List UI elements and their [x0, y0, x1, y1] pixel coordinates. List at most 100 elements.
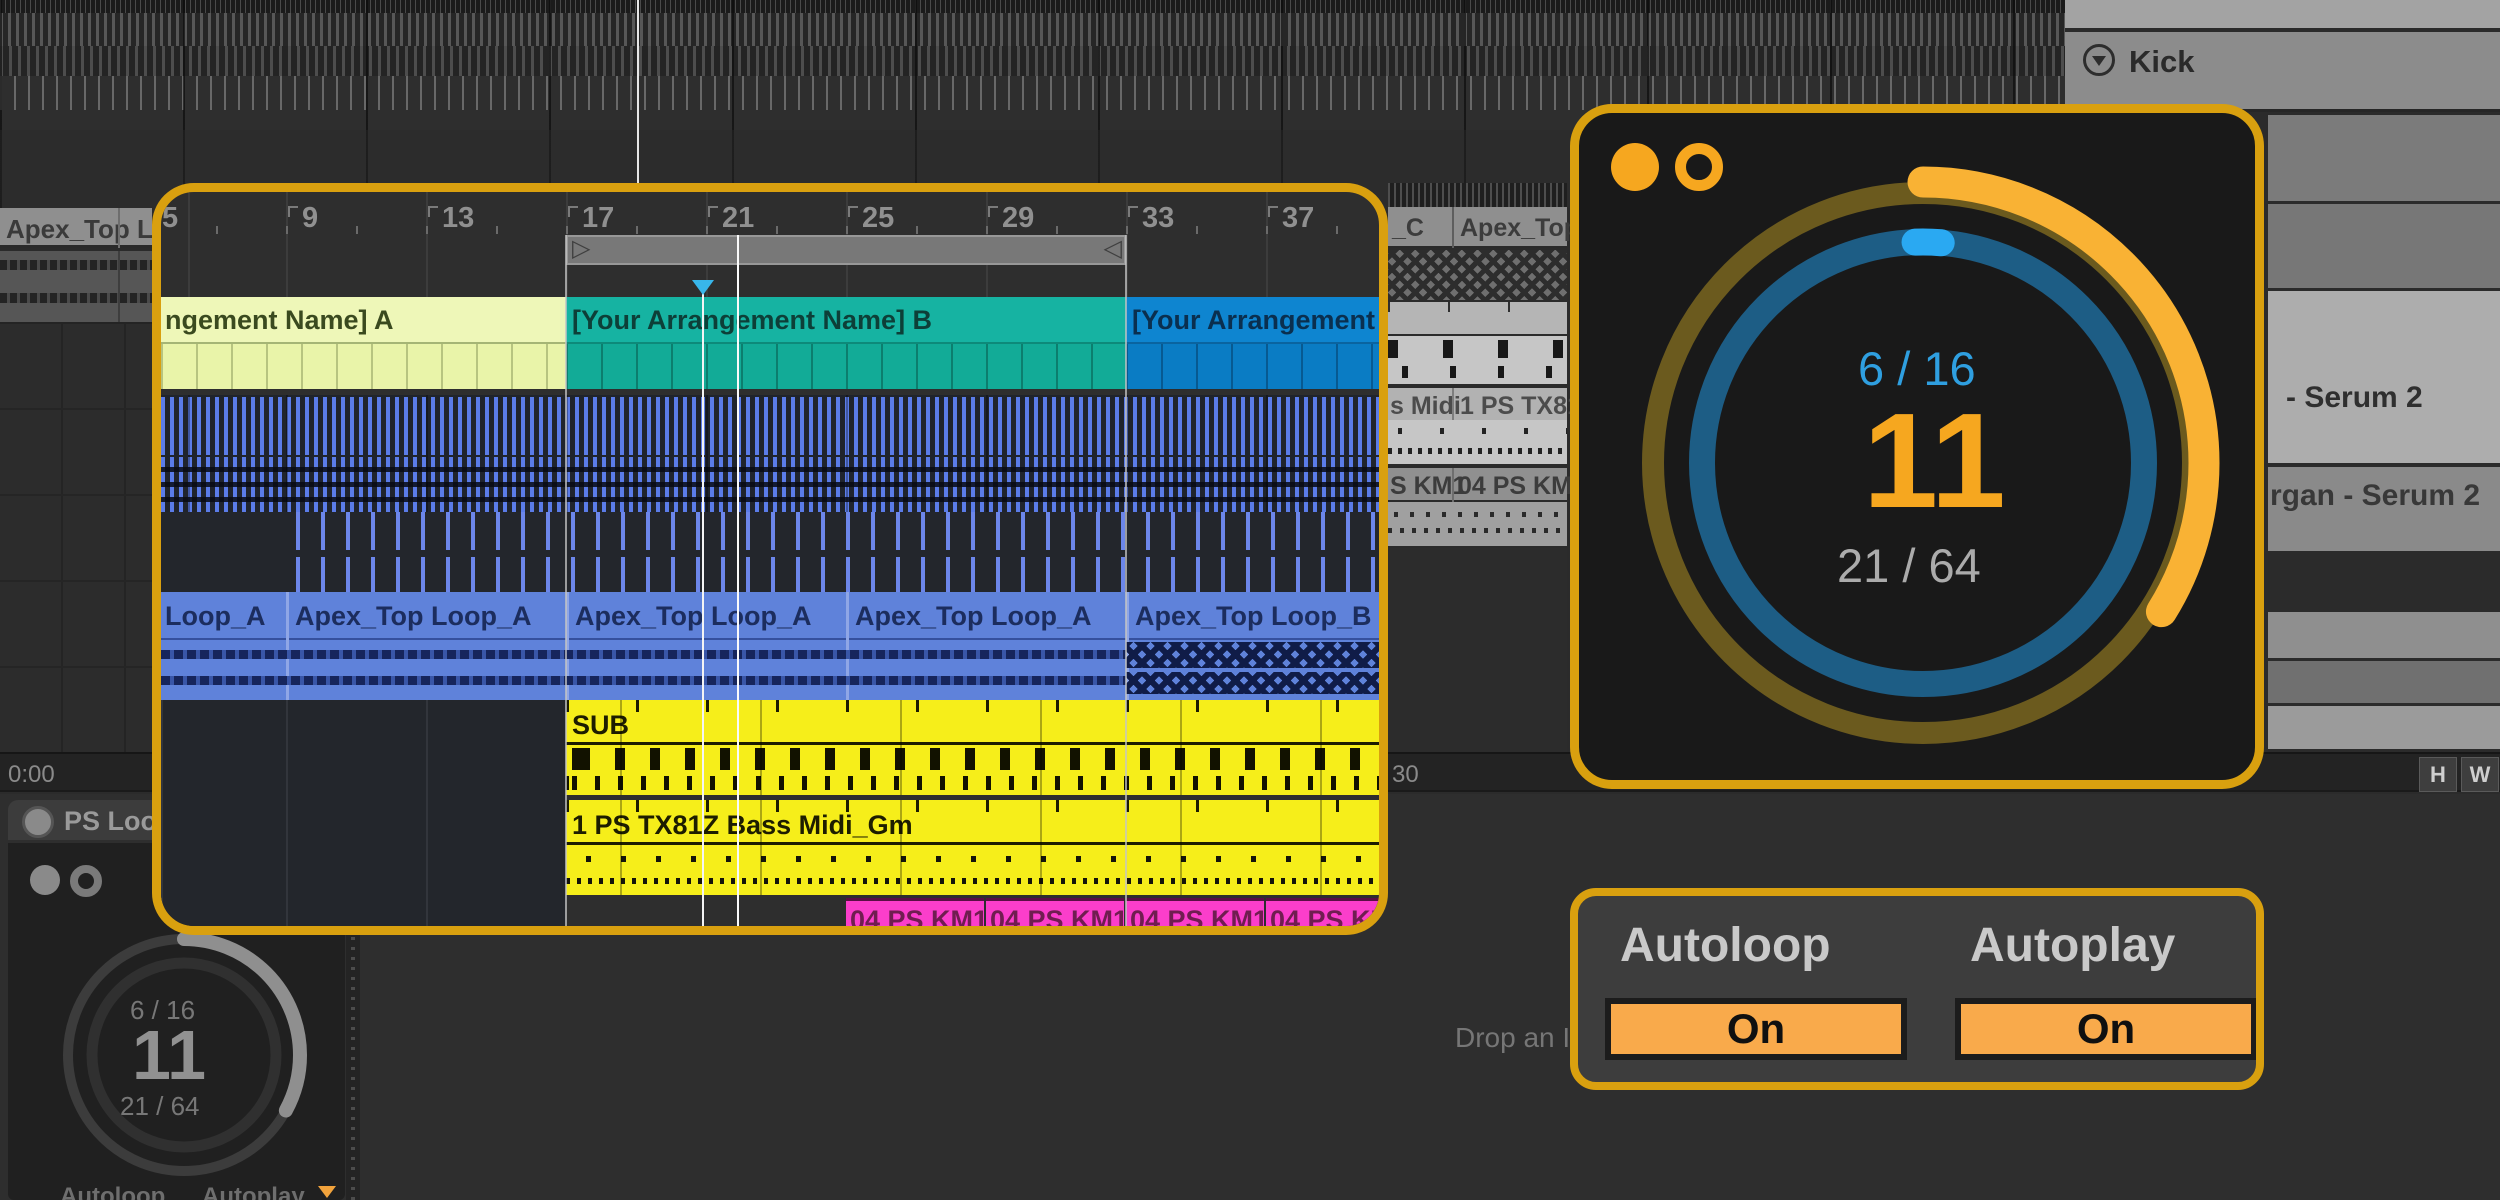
- pattern-lane: [1388, 183, 1567, 207]
- track-lane[interactable]: [2268, 612, 2500, 658]
- midi-notes: [1388, 340, 1567, 358]
- section-clip-a-label: ngement Name] A: [165, 305, 394, 336]
- loop-mode-outline-icon[interactable]: [70, 865, 102, 897]
- track-lane[interactable]: [2268, 661, 2500, 703]
- dial-bottom-value: 21 / 64: [120, 1091, 200, 1122]
- loop-dial-callout: 6 / 16 11 21 / 64: [1570, 104, 2264, 789]
- midi-notes: [1402, 366, 1567, 378]
- waveform: [0, 260, 152, 270]
- clip-title-bar: [Your Arrangement Name] B: [566, 297, 1126, 344]
- fold-track-icon[interactable]: [2083, 44, 2115, 76]
- audio-loop-row: Loop_A Apex_Top Loop_A Apex_Top Loop_A A…: [161, 592, 1379, 700]
- background-midi-blocks: [1388, 336, 1567, 384]
- track-lane[interactable]: [2268, 706, 2500, 749]
- beat-ruler[interactable]: 5 9 13 17 21 25 29 33 37: [161, 192, 1379, 236]
- drop-hint-text: Drop an I: [1455, 1022, 1570, 1054]
- background-clip-label: S KM1: [1390, 472, 1466, 501]
- background-clip-light: [1388, 302, 1567, 334]
- km-clip-label: 04 PS KM1: [1130, 905, 1268, 935]
- autoplay-label: Autoplay: [1970, 918, 2175, 973]
- track-lane[interactable]: [2268, 204, 2500, 288]
- waveform-diamond: [1126, 642, 1379, 668]
- auto-controls-callout: Autoloop Autoplay On On: [1570, 888, 2264, 1090]
- km-clip-label: 04 PS KM1: [990, 905, 1128, 935]
- clip-divider: [1452, 388, 1454, 422]
- background-clip-row[interactable]: s Midi 1 PS TX81: [1388, 386, 1567, 420]
- km-clip[interactable]: 04 PS KM1: [986, 898, 1124, 935]
- track-header-kick[interactable]: Kick: [2065, 32, 2500, 112]
- km-clip[interactable]: 04 PS KM1: [1126, 898, 1264, 935]
- clip-body: [161, 344, 566, 389]
- midi-dots: [1388, 528, 1567, 533]
- background-empty: [1388, 548, 1567, 752]
- midi-track-dense[interactable]: [161, 395, 1379, 512]
- device-activator-icon[interactable]: [22, 806, 54, 838]
- autoloop-on-button[interactable]: On: [1605, 998, 1907, 1060]
- midi-dots: [1394, 512, 1567, 517]
- section-clip-c[interactable]: [Your Arrangement: [1126, 297, 1379, 389]
- track-lane-organ[interactable]: rgan - Serum 2: [2268, 467, 2500, 551]
- km-clip-row: 04 PS KM1 04 PS KM1 04 PS KM1 04 PS KM1: [161, 898, 1379, 935]
- arrangement-section-row: ngement Name] A [Your Arrangement Name] …: [161, 297, 1379, 389]
- w-button-label: W: [2470, 762, 2491, 788]
- waveform-diamond: [1126, 672, 1379, 694]
- w-button[interactable]: W: [2461, 757, 2499, 792]
- loop-brace-start-icon: ▷: [572, 234, 590, 263]
- km-clip[interactable]: 04 PS KM1: [846, 898, 984, 935]
- h-button-label: H: [2430, 762, 2446, 788]
- background-playhead: [637, 0, 639, 183]
- loop-clip-label: Apex_Top Loop_B: [1135, 601, 1372, 632]
- bass-clip[interactable]: 1 PS TX81Z Bass Midi_Gm: [566, 800, 1379, 895]
- km-clip[interactable]: 04 PS KM1: [1266, 898, 1379, 935]
- plugin-footer-autoloop-label: Autoloop: [60, 1183, 165, 1200]
- ruler-mid-ticks: [216, 226, 1379, 234]
- background-waveform-lane: [0, 251, 152, 322]
- loop-clip-label: Loop_A: [165, 601, 266, 632]
- background-clip-row[interactable]: _C Apex_Top: [1388, 207, 1567, 248]
- midi-track-sparse[interactable]: [161, 512, 1379, 592]
- loop-brace[interactable]: ▷ ◁: [566, 235, 1126, 265]
- clip-body: [566, 344, 1126, 389]
- selection-boundary-line: [1125, 235, 1127, 935]
- track-name-organ: rgan - Serum 2: [2270, 479, 2480, 513]
- section-clip-b[interactable]: [Your Arrangement Name] B: [566, 297, 1126, 389]
- background-clip-row[interactable]: S KM1 04 PS KM1: [1388, 466, 1567, 500]
- time-label: 0:00: [8, 761, 55, 789]
- background-clip-label: s Midi: [1390, 392, 1461, 421]
- bar-number-label: 30: [1392, 761, 1419, 789]
- clip-title-bar: [Your Arrangement: [1126, 297, 1379, 344]
- plugin-footer-autoplay-label: Autoplay: [202, 1183, 305, 1200]
- loop-clip-label: Apex_Top Loop_A: [295, 601, 532, 632]
- sub-clip[interactable]: SUB: [566, 700, 1379, 795]
- clip-divider: [1452, 468, 1454, 502]
- dial-main-value: 11: [132, 1015, 206, 1095]
- loop-mode-filled-icon[interactable]: [30, 865, 60, 895]
- midi-dots: [1388, 448, 1567, 454]
- bar-lines: [161, 395, 1379, 512]
- clip-divider: [1452, 207, 1454, 248]
- h-button[interactable]: H: [2419, 757, 2457, 792]
- ruler-number: 5: [162, 202, 178, 235]
- section-clip-a[interactable]: ngement Name] A: [161, 297, 566, 389]
- autoplay-on-button[interactable]: On: [1955, 998, 2257, 1060]
- fold-triangle: [2092, 56, 2106, 66]
- ableton-screenshot: Apex_Top Lo _C Apex_Top s Midi 1 PS TX81: [0, 0, 2500, 1200]
- background-clip[interactable]: Apex_Top Lo: [0, 208, 152, 248]
- background-waveform-diamonds: [1388, 250, 1567, 300]
- track-lane[interactable]: [2268, 115, 2500, 201]
- track-strip: [2065, 0, 2500, 30]
- track-name-serum: - Serum 2: [2286, 381, 2423, 415]
- background-empty-grid: [0, 322, 152, 752]
- autoloop-on-label: On: [1727, 1005, 1785, 1053]
- background-clip-label: Apex_Top Lo: [6, 214, 169, 245]
- waveform-thin: [161, 676, 1126, 685]
- dial-bottom-value: 21 / 64: [1837, 538, 1981, 593]
- background-clip-label: Apex_Top: [1460, 214, 1579, 243]
- plugin-footer-orange-marker[interactable]: [318, 1186, 336, 1198]
- playhead-marker-icon[interactable]: [692, 280, 714, 295]
- track-lane-serum[interactable]: - Serum 2: [2268, 291, 2500, 463]
- km-clip-label: 04 PS KM1: [850, 905, 988, 935]
- waveform-thin: [161, 650, 1126, 659]
- clip-title-bar: ngement Name] A: [161, 297, 566, 344]
- clip-body: [1126, 344, 1379, 389]
